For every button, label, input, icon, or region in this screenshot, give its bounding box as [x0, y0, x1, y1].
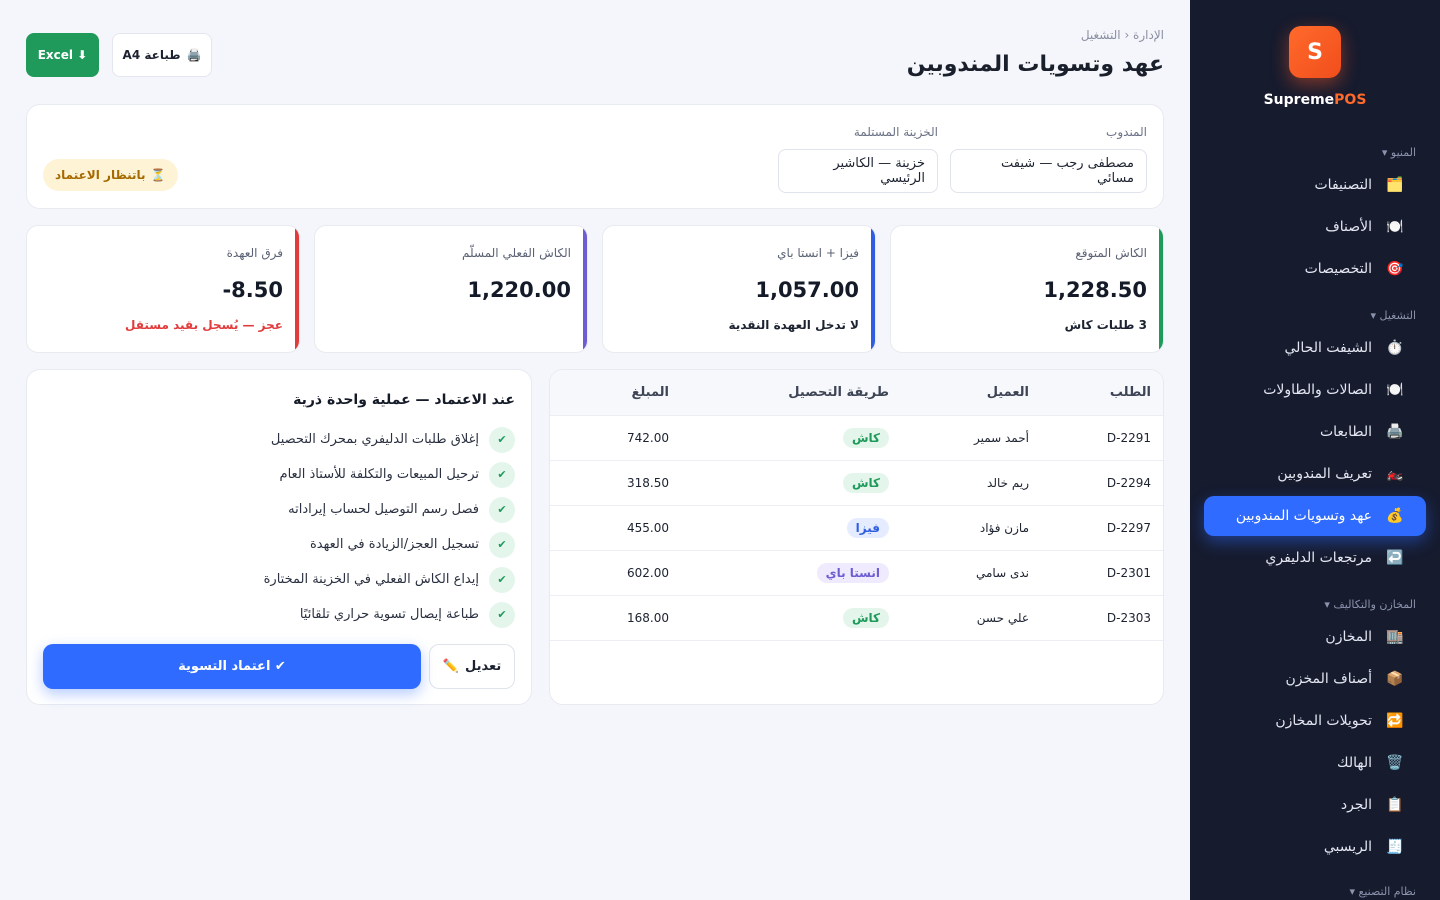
nav-section-manufacturing[interactable]: نظام التصنيع ▾ [1190, 885, 1440, 898]
hourglass-icon: ⏳ [150, 168, 166, 182]
list-item: ✔ إيداع الكاش الفعلي في الخزينة المختارة [43, 562, 515, 597]
check-icon: ✔ [489, 601, 515, 628]
list-item: ✔ طباعة إيصال تسوية حراري تلقائيًا [43, 597, 515, 632]
table-row[interactable]: D-2297 مازن فؤاد فيزا 455.00 [550, 506, 1163, 551]
sidebar-item-current-shift[interactable]: ⏱️ الشيفت الحالي [1204, 328, 1426, 368]
list-item: ✔ إغلاق طلبات الدليفري بمحرك التحصيل [43, 422, 515, 457]
status-badge: ⏳ باتنظار الاعتماد [43, 159, 178, 191]
payment-method-badge: كاش [842, 608, 889, 628]
approval-card: عند الاعتماد — عملية واحدة ذرية ✔ إغلاق … [26, 369, 532, 705]
check-icon: ✔ [489, 496, 515, 523]
printer-icon: 🖨️ [186, 48, 202, 62]
sidebar-item-delivery-returns[interactable]: ↩️ مرتجعات الدليفري [1204, 538, 1426, 578]
payment-method-badge: انستا باي [816, 563, 889, 583]
app-logo: S [1289, 26, 1341, 78]
stats-row: الكاش المتوقع 1,228.50 3 طلبات كاش فيزا … [26, 225, 1164, 353]
approval-steps: ✔ إغلاق طلبات الدليفري بمحرك التحصيل ✔ ت… [43, 422, 515, 632]
orders-table: الطلب العميل طريقة التحصيل المبلغ D-2291… [549, 369, 1164, 705]
treasury-select[interactable]: خزينة — الكاشير الرئيسي [778, 149, 938, 193]
page-title: عهد وتسويات المندوبين [906, 52, 1164, 77]
table-row[interactable]: D-2303 علي حسن كاش 168.00 [550, 596, 1163, 641]
stat-custody-diff: فرق العهدة 8.50- عجز — يُسجل بقيد مستقل [26, 225, 300, 353]
list-item: ✔ فصل رسم التوصيل لحساب إيراداته [43, 492, 515, 527]
return-icon: ↩️ [1386, 550, 1404, 566]
nav-section-operations[interactable]: التشغيل ▾ [1190, 309, 1440, 322]
table-row[interactable]: D-2294 ريم خالد كاش 318.50 [550, 461, 1163, 506]
warehouse-icon: 🏬 [1386, 629, 1404, 645]
money-bag-icon: 💰 [1386, 508, 1404, 524]
list-item: ✔ تسجيل العجز/الزيادة في العهدة [43, 527, 515, 562]
pencil-icon: ✏️ [442, 659, 459, 674]
motorcycle-icon: 🏍️ [1386, 466, 1404, 482]
folder-icon: 🗂️ [1386, 177, 1404, 193]
brand-name: SupremePOS [1263, 92, 1367, 108]
approve-settlement-button[interactable]: ✔ اعتماد التسوية [43, 644, 421, 689]
trash-icon: 🗑️ [1386, 755, 1404, 771]
check-icon: ✔ [489, 531, 515, 558]
edit-button[interactable]: تعديل ✏️ [429, 644, 515, 689]
page-header: الإدارة ‹ التشغيل عهد وتسويات المندوبين … [26, 26, 1164, 104]
stat-actual-cash: الكاش الفعلي المسلّم 1,220.00 [314, 225, 588, 353]
stat-expected-cash: الكاش المتوقع 1,228.50 3 طلبات كاش [890, 225, 1164, 353]
table-row[interactable]: D-2291 أحمد سمير كاش 742.00 [550, 416, 1163, 461]
nav-section-menu[interactable]: المنيو ▾ [1190, 146, 1440, 159]
receipt-icon: 🧾 [1386, 839, 1404, 855]
courier-select[interactable]: مصطفى رجب — شيفت مسائي [950, 149, 1147, 193]
printer-icon: 🖨️ [1386, 424, 1404, 440]
sidebar-item-courier-settlements[interactable]: 💰 عهد وتسويات المندوبين [1204, 496, 1426, 536]
target-icon: 🎯 [1386, 261, 1404, 277]
print-a4-button[interactable]: 🖨️ طباعة A4 [112, 33, 212, 77]
stat-card-payments: فيزا + انستا باي 1,057.00 لا تدخل العهدة… [602, 225, 876, 353]
plate-icon: 🍽️ [1386, 382, 1404, 398]
plate-icon: 🍽️ [1386, 219, 1404, 235]
payment-method-badge: كاش [842, 428, 889, 448]
sidebar-item-items[interactable]: 🍽️ الأصناف [1204, 207, 1426, 247]
clipboard-icon: 📋 [1386, 797, 1404, 813]
payment-method-badge: كاش [842, 473, 889, 493]
breadcrumb[interactable]: الإدارة ‹ التشغيل [1081, 28, 1164, 42]
transfer-icon: 🔁 [1386, 713, 1404, 729]
sidebar-item-categories[interactable]: 🗂️ التصنيفات [1204, 165, 1426, 205]
sidebar-item-halls-tables[interactable]: 🍽️ الصالات والطاولات [1204, 370, 1426, 410]
filters-card: المندوب مصطفى رجب — شيفت مسائي الخزينة ا… [26, 104, 1164, 209]
sidebar-item-warehouses[interactable]: 🏬 المخازن [1204, 617, 1426, 657]
list-item: ✔ ترحيل المبيعات والتكلفة للأستاذ العام [43, 457, 515, 492]
table-row[interactable]: D-2301 ندى سامي انستا باي 602.00 [550, 551, 1163, 596]
sidebar-item-waste[interactable]: 🗑️ الهالك [1204, 743, 1426, 783]
sidebar: S SupremePOS المنيو ▾ 🗂️ التصنيفات 🍽️ ال… [1190, 0, 1440, 900]
check-icon: ✔ [489, 426, 515, 453]
sidebar-item-warehouse-transfers[interactable]: 🔁 تحويلات المخازن [1204, 701, 1426, 741]
table-header: الطلب العميل طريقة التحصيل المبلغ [550, 370, 1163, 416]
check-icon: ✔ [489, 566, 515, 593]
sidebar-item-warehouse-items[interactable]: 📦 أصناف المخزن [1204, 659, 1426, 699]
payment-method-badge: فيزا [846, 518, 889, 538]
approval-title: عند الاعتماد — عملية واحدة ذرية [293, 392, 515, 408]
sidebar-item-printers[interactable]: 🖨️ الطابعات [1204, 412, 1426, 452]
courier-label: المندوب [1106, 125, 1147, 139]
sidebar-item-stocktake[interactable]: 📋 الجرد [1204, 785, 1426, 825]
nav-section-inventory[interactable]: المخازن والتكاليف ▾ [1190, 598, 1440, 611]
sidebar-item-couriers[interactable]: 🏍️ تعريف المندوبين [1204, 454, 1426, 494]
export-excel-button[interactable]: Excel ⬇ [26, 33, 99, 77]
box-icon: 📦 [1386, 671, 1404, 687]
treasury-label: الخزينة المستلمة [853, 125, 938, 139]
sidebar-item-customizations[interactable]: 🎯 التخصيصات [1204, 249, 1426, 289]
check-icon: ✔ [489, 461, 515, 488]
sidebar-item-recipe[interactable]: 🧾 الريسبي [1204, 827, 1426, 867]
stopwatch-icon: ⏱️ [1386, 340, 1404, 356]
